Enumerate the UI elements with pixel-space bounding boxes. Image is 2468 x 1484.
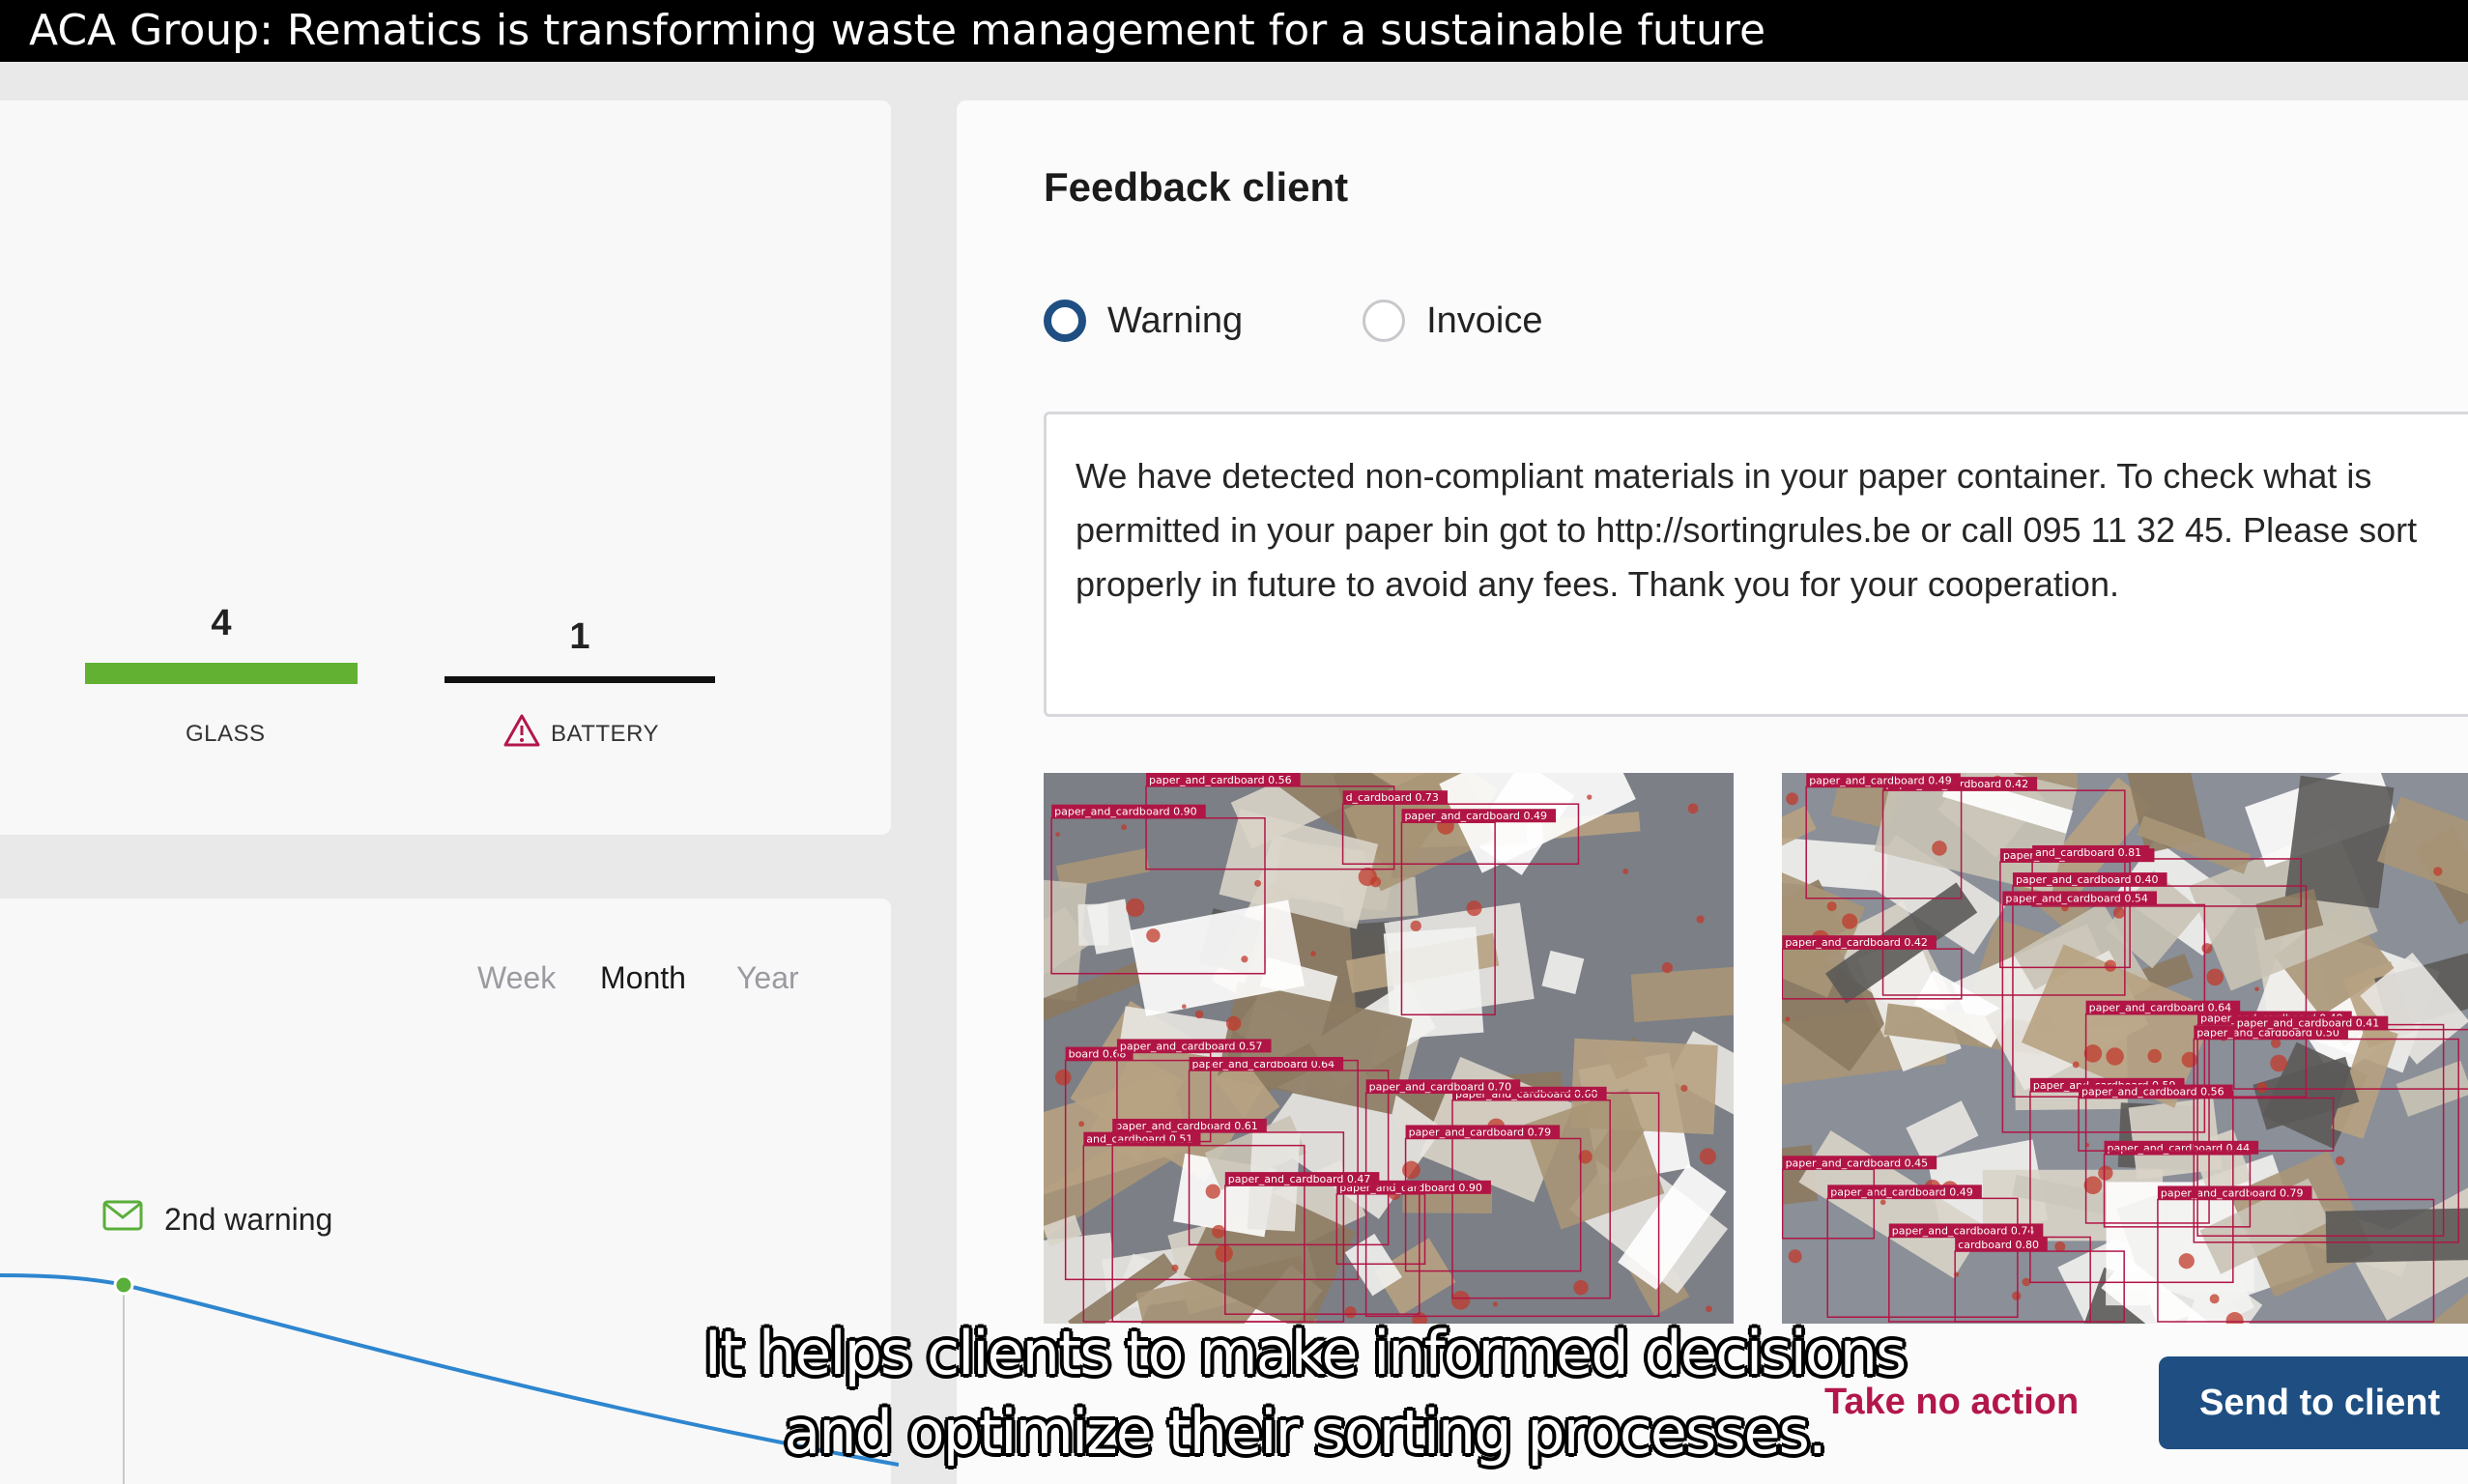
send-to-client-button[interactable]: Send to client [2159, 1356, 2468, 1449]
detection-label: paper_and_cardboard 0.41 [2237, 1017, 2380, 1030]
timeline-event-point [113, 1274, 134, 1296]
detection-label: paper_and_cardboard 0.74 [1892, 1224, 2035, 1237]
radio-invoice[interactable]: Invoice [1363, 300, 1543, 342]
radio-warning[interactable]: Warning [1044, 300, 1243, 342]
detection-label: cardboard 0.80 [1958, 1239, 2039, 1251]
detection-label: paper_and_cardboard 0.79 [2161, 1187, 2304, 1200]
detection-label: paper_and_cardboard 0.57 [1120, 1040, 1263, 1052]
stat-battery-label-text: BATTERY [551, 720, 659, 747]
detection-label: paper_and_cardboard 0.49 [1404, 810, 1547, 822]
detection-label: paper_and_cardboard 0.44 [2108, 1142, 2251, 1155]
feedback-type-radio-group: Warning Invoice [1044, 300, 1543, 342]
take-no-action-button[interactable]: Take no action [1824, 1382, 2079, 1423]
detection-label: paper_and_cardboard 0.45 [1786, 1156, 1929, 1169]
detection-label: paper_and_cardboard 0.90 [1054, 806, 1197, 818]
feedback-message-input[interactable]: We have detected non-compliant materials… [1044, 412, 2468, 717]
stat-glass: 4 [85, 603, 358, 644]
detection-label: paper_and_cardboard 0.49 [1809, 774, 1952, 786]
feedback-message-text: We have detected non-compliant materials… [1076, 456, 2418, 604]
stat-glass-value: 4 [211, 603, 232, 643]
radio-warning-label: Warning [1107, 300, 1244, 341]
detection-label: paper_and_cardboard 0.42 [1785, 936, 1928, 949]
detection-label: and_cardboard 0.51 [1086, 1133, 1192, 1146]
detection-label: paper_and_cardboard 0.40 [2016, 873, 2159, 886]
period-month[interactable]: Month [600, 960, 686, 996]
period-year[interactable]: Year [736, 960, 799, 996]
radio-warning-control[interactable] [1044, 300, 1086, 342]
stat-glass-label: GLASS [186, 721, 266, 748]
detection-label: paper_and_cardboard 0.79 [1409, 1126, 1552, 1138]
detection-label: and_cardboard 0.81 [2035, 846, 2141, 859]
stat-battery-label: BATTERY [502, 713, 659, 755]
detection-label: paper_and_cardboard 0.56 [1149, 774, 1292, 786]
warning-triangle-icon [502, 713, 541, 755]
detection-image-left[interactable]: paper_and_cardboard 0.90 paper_and_cardbo… [1044, 773, 1734, 1324]
detection-label: paper_and_cardboard 0.70 [1369, 1080, 1512, 1093]
timeline-chart [0, 1273, 899, 1484]
detection-label: paper_and_cardboard 0.56 [2081, 1086, 2224, 1099]
detection-label: paper_and_cardboard 0.61 [1115, 1120, 1258, 1132]
waste-stats-card [0, 100, 891, 835]
stat-glass-bar [85, 663, 358, 684]
radio-invoice-control[interactable] [1363, 300, 1406, 342]
stat-battery-bar [445, 676, 715, 683]
feedback-title: Feedback client [1044, 164, 1349, 210]
detection-image-right[interactable]: paper_and_cardboard 0.67paper_and_cardbo… [1782, 773, 2468, 1324]
detection-label: paper_and_cardboard 0.49 [1830, 1185, 1973, 1198]
timeline-trend-line [0, 1273, 899, 1467]
video-title: ACA Group: Rematics is transforming wast… [0, 0, 2468, 62]
detection-label: paper_and_cardboard 0.54 [2005, 892, 2148, 904]
stat-battery-value: 1 [569, 616, 590, 657]
detection-label: paper_and_cardboard 0.47 [1228, 1173, 1371, 1185]
stat-glass-label-text: GLASS [186, 721, 266, 747]
radio-invoice-label: Invoice [1426, 300, 1543, 341]
stat-battery: 1 [445, 616, 715, 658]
detection-label: d_cardboard 0.73 [1346, 791, 1439, 804]
period-week[interactable]: Week [477, 960, 556, 996]
